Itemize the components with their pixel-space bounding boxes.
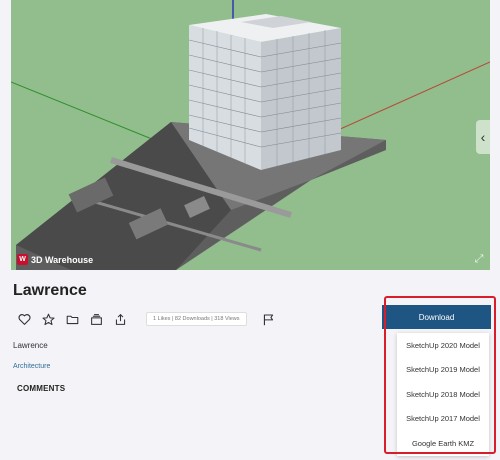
flag-icon[interactable]	[257, 310, 281, 328]
model-description: Lawrence	[13, 341, 48, 350]
action-bar: 1 Likes | 82 Downloads | 318 Views	[12, 310, 281, 328]
model-title: Lawrence	[13, 282, 87, 299]
warehouse-logo-icon: W	[17, 254, 28, 265]
warehouse-logo-text: 3D Warehouse	[31, 254, 94, 265]
category-link[interactable]: Architecture	[13, 363, 50, 370]
download-option-sketchup-2017[interactable]: SketchUp 2017 Model	[397, 407, 489, 432]
comments-heading: COMMENTS	[17, 384, 66, 393]
download-button[interactable]: Download	[382, 305, 491, 329]
model-viewer[interactable]: W 3D Warehouse ‹ ⤢	[11, 0, 490, 270]
download-option-sketchup-2018[interactable]: SketchUp 2018 Model	[397, 382, 489, 407]
warehouse-logo: W 3D Warehouse	[17, 254, 93, 265]
chevron-left-icon[interactable]: ‹	[476, 120, 490, 154]
download-menu: SketchUp 2020 Model SketchUp 2019 Model …	[397, 333, 489, 456]
share-icon[interactable]	[108, 310, 132, 328]
folder-icon[interactable]	[60, 310, 84, 328]
model-render	[11, 0, 490, 270]
star-icon[interactable]	[36, 310, 60, 328]
expand-icon[interactable]: ⤢	[473, 253, 485, 265]
model-stats: 1 Likes | 82 Downloads | 318 Views	[146, 312, 247, 326]
collection-icon[interactable]	[84, 310, 108, 328]
heart-icon[interactable]	[12, 310, 36, 328]
download-option-sketchup-2020[interactable]: SketchUp 2020 Model	[397, 333, 489, 358]
download-option-google-earth-kmz[interactable]: Google Earth KMZ	[397, 431, 489, 456]
download-option-sketchup-2019[interactable]: SketchUp 2019 Model	[397, 358, 489, 383]
